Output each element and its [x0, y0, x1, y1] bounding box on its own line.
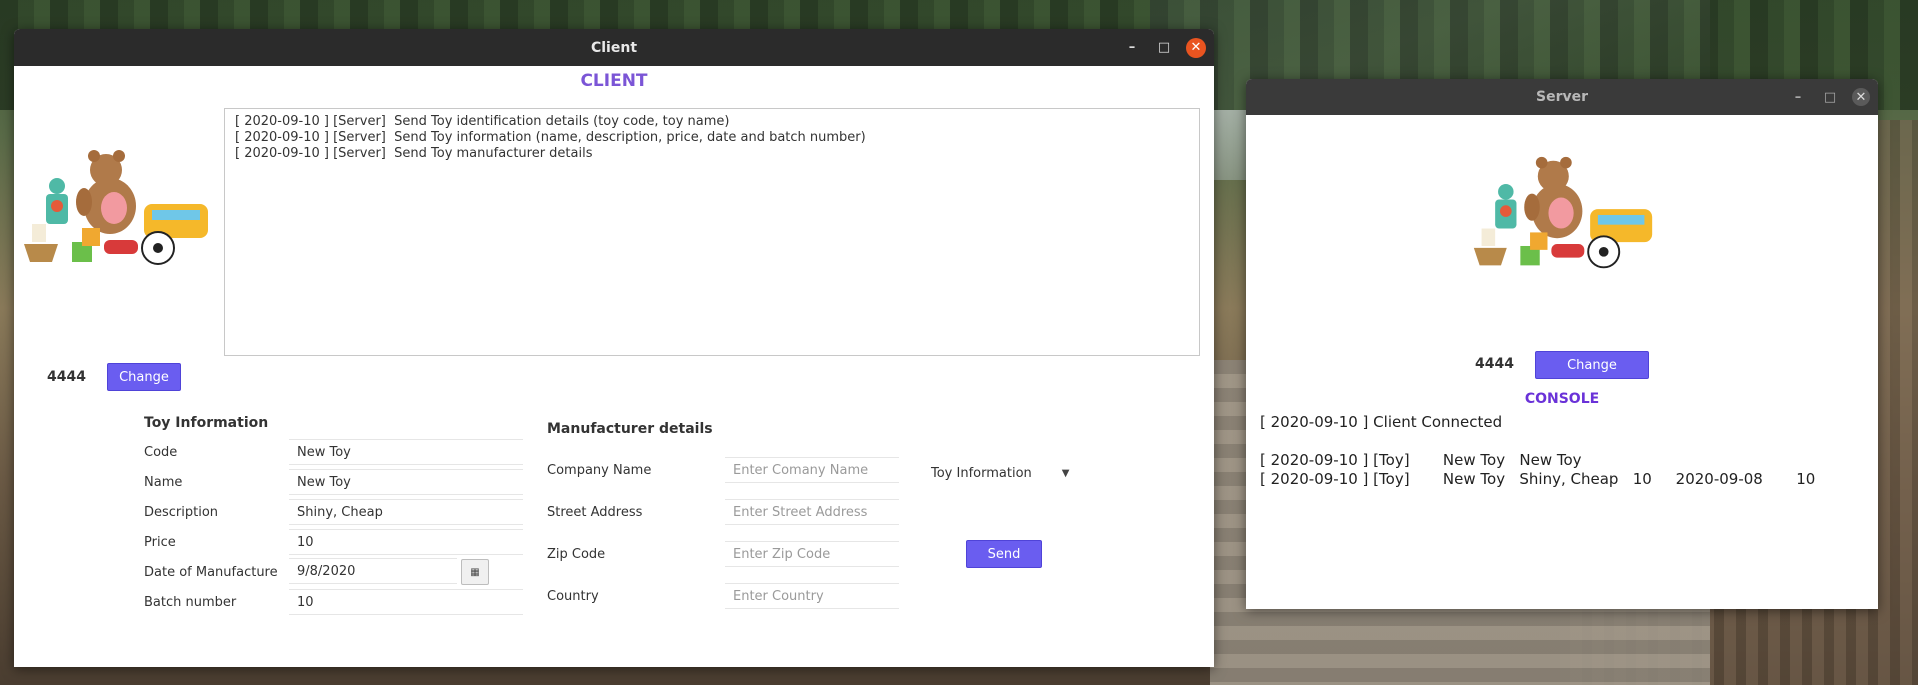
send-button[interactable]: Send [966, 540, 1042, 568]
log-line: [ 2020-09-10 ] [Server] Send Toy informa… [235, 130, 866, 145]
client-window-controls: – □ ✕ [1122, 29, 1206, 66]
client-body: CLIENT [2020-09-10] [Server] Send Toy … [14, 66, 1214, 667]
ball-icon [1587, 235, 1621, 269]
name-label: Name [144, 475, 183, 490]
client-window-title: Client [590, 39, 638, 56]
close-icon[interactable]: ✕ [1186, 37, 1206, 58]
ball-icon [141, 231, 175, 265]
server-window: Server – □ ✕ 4444 Change CONSOLE [2020-… [1246, 79, 1878, 609]
code-field[interactable]: New Toy [289, 439, 523, 465]
description-field[interactable]: Shiny, Cheap [289, 499, 523, 525]
company-name-label: Company Name [547, 463, 652, 478]
maximize-icon[interactable]: □ [1154, 38, 1174, 58]
client-heading: CLIENT [580, 71, 648, 91]
console-line: [ 2020-09-10 ] [Toy] New Toy New Toy [1260, 451, 1582, 469]
robot-toy-icon [46, 178, 68, 224]
batch-number-label: Batch number [144, 595, 237, 610]
console-line: [ 2020-09-10 ] Client Connected [1260, 413, 1503, 431]
server-titlebar[interactable]: Server – □ ✕ [1246, 79, 1878, 115]
ship-toy-icon [24, 224, 58, 262]
street-address-field[interactable]: Enter Street Address [725, 499, 899, 525]
log-line: [ 2020-09-10 ] [Server] Send Toy manufac… [235, 146, 593, 161]
minimize-icon[interactable]: – [1122, 38, 1142, 58]
server-window-title: Server [1535, 89, 1588, 105]
toys-illustration [24, 150, 208, 265]
zip-code-field[interactable]: Enter Zip Code [725, 541, 899, 567]
server-change-button[interactable]: Change [1535, 351, 1649, 379]
server-port-label: 4444 [1475, 356, 1514, 372]
robot-toy-icon [1495, 183, 1517, 229]
toys-illustration [1473, 156, 1653, 269]
calendar-icon[interactable]: ▦ [461, 559, 489, 585]
manufacturer-details-title: Manufacturer details [547, 421, 713, 437]
client-change-button[interactable]: Change [107, 363, 181, 391]
client-window: Client – □ ✕ CLIENT [2020-09-10] [Serv… [14, 29, 1214, 667]
country-label: Country [547, 589, 599, 604]
client-titlebar[interactable]: Client – □ ✕ [14, 29, 1214, 66]
zip-code-label: Zip Code [547, 547, 606, 562]
teddy-bear-icon [76, 150, 136, 234]
teddy-bear-icon [1524, 156, 1583, 239]
country-field[interactable]: Enter Country [725, 583, 899, 609]
server-body: 4444 Change CONSOLE [ 2020-09-10 ] Clien… [1246, 115, 1878, 609]
client-log-area[interactable]: [ 2020-09-10 ] [Server] Send Toy identif… [224, 108, 1200, 356]
chevron-down-icon: ▼ [1061, 468, 1070, 479]
date-of-manufacture-field[interactable]: 9/8/2020 [289, 558, 457, 584]
log-line: [ 2020-09-10 ] [Server] Send Toy identif… [235, 114, 730, 129]
client-port-label: 4444 [47, 369, 86, 385]
code-label: Code [144, 445, 178, 460]
street-address-label: Street Address [547, 505, 643, 520]
price-field[interactable]: 10 [289, 529, 523, 555]
server-window-controls: – □ ✕ [1788, 79, 1870, 115]
company-name-field[interactable]: Enter Comany Name [725, 457, 899, 483]
console-line: [ 2020-09-10 ] [Toy] New Toy Shiny, Chea… [1260, 470, 1816, 488]
description-label: Description [144, 505, 219, 520]
ship-toy-icon [1473, 228, 1507, 266]
minimize-icon[interactable]: – [1788, 87, 1808, 107]
batch-number-field[interactable]: 10 [289, 589, 523, 615]
price-label: Price [144, 535, 176, 550]
section-dropdown[interactable]: Toy Information ▼ [931, 466, 1069, 481]
console-title: CONSOLE [1524, 391, 1600, 407]
date-of-manufacture-label: Date of Manufacture [144, 565, 278, 580]
toy-information-title: Toy Information [144, 415, 269, 431]
dropdown-selected-value: Toy Information [931, 466, 1032, 481]
maximize-icon[interactable]: □ [1820, 87, 1840, 107]
name-field[interactable]: New Toy [289, 469, 523, 495]
close-icon[interactable]: ✕ [1852, 88, 1870, 106]
